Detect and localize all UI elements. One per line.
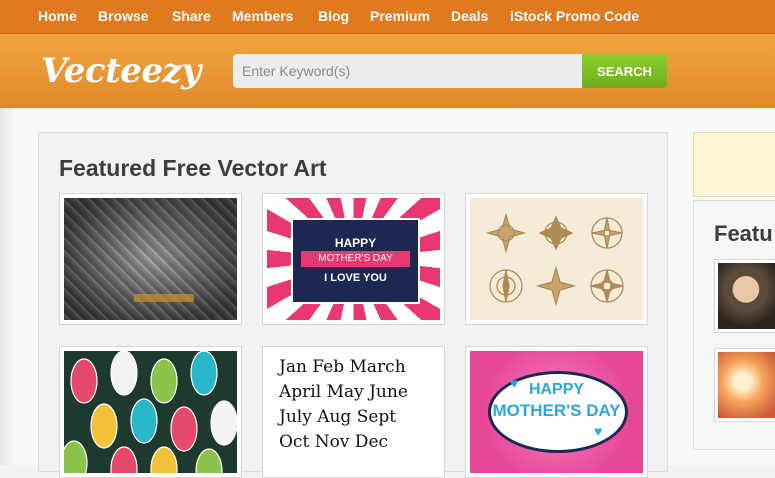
months-line-1: Jan Feb March bbox=[279, 357, 406, 377]
retro-mothers-day-text: MOTHER'S DAY bbox=[318, 253, 393, 264]
featured-thumb-leaf-pattern[interactable] bbox=[59, 346, 242, 478]
search-button[interactable]: SEARCH bbox=[582, 54, 667, 88]
featured-thumb-metal-plate[interactable] bbox=[59, 193, 242, 325]
top-nav: Home Browse Share Members Blog Premium D… bbox=[0, 0, 775, 34]
featured-thumb-compass-roses[interactable] bbox=[465, 193, 648, 325]
comic-happy-text: HAPPY bbox=[528, 381, 585, 398]
compass-roses-image bbox=[470, 198, 643, 320]
nav-deals[interactable]: Deals bbox=[451, 8, 488, 24]
mothers-day-comic-image: HAPPY MOTHER'S DAY ♥ ♥ bbox=[470, 351, 643, 473]
sidebar-thumb[interactable] bbox=[714, 348, 775, 422]
retro-card: HAPPY MOTHER'S DAY I LOVE YOU bbox=[291, 218, 420, 304]
nav-home[interactable]: Home bbox=[38, 8, 77, 24]
nav-share[interactable]: Share bbox=[172, 8, 211, 24]
retro-happy-text: HAPPY bbox=[334, 236, 377, 250]
comic-heart-icon: ♥ bbox=[510, 375, 519, 391]
featured-thumb-mothers-day-retro[interactable]: HAPPY MOTHER'S DAY I LOVE YOU bbox=[262, 193, 445, 325]
featured-thumb-hand-lettered-months[interactable]: Jan Feb March April May June July Aug Se… bbox=[262, 346, 445, 478]
mothers-day-retro-image: HAPPY MOTHER'S DAY I LOVE YOU bbox=[267, 198, 440, 320]
featured-thumb-mothers-day-comic[interactable]: HAPPY MOTHER'S DAY ♥ ♥ bbox=[465, 346, 648, 478]
retro-love-text: I LOVE YOU bbox=[324, 272, 387, 284]
sidebar-thumb-portrait-image bbox=[718, 263, 775, 329]
comic-heart-icon-2: ♥ bbox=[594, 423, 603, 439]
nav-premium[interactable]: Premium bbox=[370, 8, 430, 24]
nav-istock-promo-code[interactable]: iStock Promo Code bbox=[510, 8, 639, 24]
site-logo[interactable]: Vecteezy bbox=[41, 51, 201, 91]
hand-lettered-months-image: Jan Feb March April May June July Aug Se… bbox=[267, 351, 440, 473]
months-line-4: Oct Nov Dec bbox=[279, 432, 389, 452]
compass-roses-svg bbox=[485, 212, 624, 307]
months-line-3: July Aug Sept bbox=[279, 407, 397, 427]
comic-mothers-day-text: MOTHER'S DAY bbox=[492, 401, 621, 420]
nav-browse[interactable]: Browse bbox=[98, 8, 149, 24]
leaf-pattern-svg bbox=[64, 351, 237, 473]
metal-plate-image bbox=[64, 198, 237, 320]
sidebar-featured-title: Featu bbox=[714, 221, 773, 246]
nav-blog[interactable]: Blog bbox=[318, 8, 349, 24]
featured-title: Featured Free Vector Art bbox=[59, 155, 327, 181]
leaf-pattern-image bbox=[64, 351, 237, 473]
metal-plate-logo bbox=[134, 294, 194, 302]
nav-members[interactable]: Members bbox=[232, 8, 293, 24]
site-header: Vecteezy SEARCH bbox=[0, 34, 775, 108]
left-shadow bbox=[0, 108, 14, 465]
sidebar-thumb-sunset-image bbox=[718, 352, 775, 418]
sidebar-thumb[interactable] bbox=[714, 259, 775, 333]
promo-box bbox=[693, 132, 775, 197]
search-input[interactable] bbox=[233, 54, 582, 88]
months-line-2: April May June bbox=[279, 382, 408, 402]
